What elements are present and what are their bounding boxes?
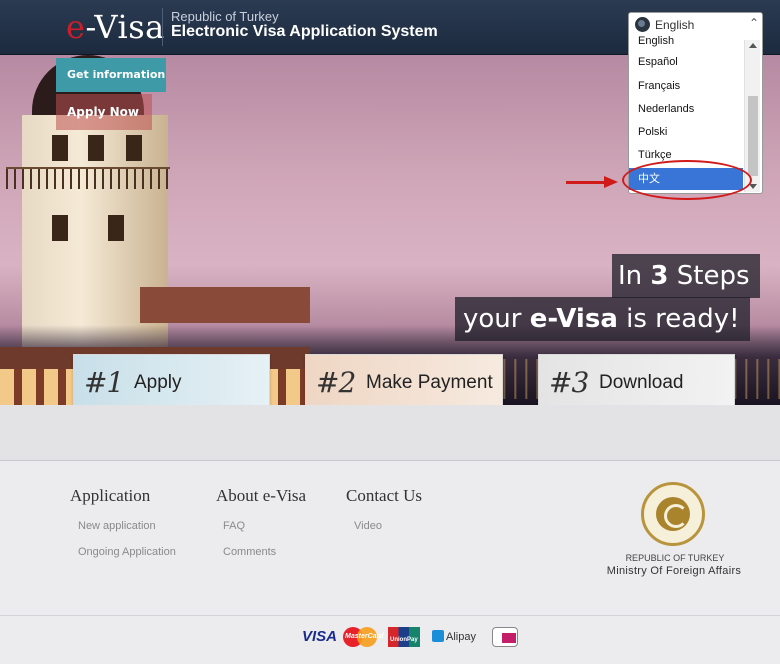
- payment-methods-bar: VISA MasterCard UnionPay Alipay: [0, 615, 780, 664]
- unionpay-logo: UnionPay: [388, 627, 420, 647]
- logo-divider: [162, 8, 163, 46]
- scroll-down-icon[interactable]: [749, 184, 757, 189]
- unionpay-text: UnionPay: [390, 637, 418, 643]
- step-card-download[interactable]: #3 Download: [538, 354, 735, 412]
- footer-link-faq[interactable]: FAQ: [223, 520, 245, 532]
- headline-your: your: [463, 304, 530, 334]
- headline-3: 3: [650, 261, 669, 291]
- step-number: #1: [84, 366, 124, 399]
- headline-evisa: e-Visa: [529, 304, 618, 334]
- headline-steps: Steps: [668, 261, 750, 291]
- step-label: Make Payment: [366, 372, 493, 393]
- alipay-icon: [432, 630, 444, 642]
- ideal-icon: [502, 633, 516, 643]
- republic-label: Republic of Turkey: [171, 9, 279, 24]
- tower-window: [52, 135, 68, 161]
- annotation-ellipse: [622, 160, 752, 200]
- step-card-apply[interactable]: #1 Apply: [73, 354, 270, 412]
- language-option-polski[interactable]: Polski: [629, 121, 743, 143]
- footer-link-ongoing-application[interactable]: Ongoing Application: [78, 546, 176, 558]
- logo-e: e: [66, 8, 86, 46]
- arrow-right-icon: [604, 176, 618, 188]
- step-label: Apply: [134, 372, 182, 393]
- footer-title-application: Application: [70, 486, 151, 505]
- tower-window: [52, 215, 68, 241]
- language-option-espanol[interactable]: Español: [629, 51, 743, 73]
- apply-now-button[interactable]: Apply Now: [56, 94, 152, 130]
- evisa-logo[interactable]: e-Visa: [66, 8, 165, 46]
- logo-visa: -Visa: [85, 8, 165, 46]
- alipay-logo: Alipay: [432, 627, 480, 647]
- scroll-up-icon[interactable]: [749, 43, 757, 48]
- get-information-button[interactable]: Get information: [56, 58, 166, 92]
- headline-line2: your e-Visa is ready!: [455, 297, 750, 341]
- tower-balcony: [6, 167, 170, 189]
- annotation-arrow: [566, 181, 608, 184]
- headline-line1: In 3 Steps: [612, 254, 760, 298]
- footer-title-contact: Contact Us: [346, 486, 423, 505]
- chevron-up-icon[interactable]: ⌃: [749, 16, 759, 30]
- step-number: #2: [316, 366, 356, 399]
- visa-logo: VISA: [302, 628, 338, 645]
- step-label: Download: [599, 372, 684, 393]
- footer-title-about: About e-Visa: [216, 486, 307, 505]
- ideal-logo: [492, 627, 518, 647]
- ministry-name: Ministry Of Foreign Affairs: [606, 565, 742, 577]
- tower-window: [126, 135, 142, 161]
- step-card-payment[interactable]: #2 Make Payment: [305, 354, 503, 412]
- headline-in: In: [618, 261, 651, 291]
- footer-link-new-application[interactable]: New application: [78, 520, 156, 532]
- mastercard-text: MasterCard: [345, 633, 384, 640]
- language-option-english[interactable]: English: [629, 30, 743, 52]
- crescent-star-icon: [656, 497, 690, 531]
- tower-window: [88, 135, 104, 161]
- language-option-francais[interactable]: Français: [629, 75, 743, 97]
- alipay-text: Alipay: [446, 631, 476, 643]
- mastercard-logo: MasterCard: [343, 627, 384, 647]
- language-option-nederlands[interactable]: Nederlands: [629, 98, 743, 120]
- footer-link-video[interactable]: Video: [354, 520, 382, 532]
- republic-caps: REPUBLIC OF TURKEY: [625, 553, 725, 563]
- tower-window: [108, 215, 124, 241]
- separator-band: [0, 405, 780, 461]
- ministry-seal-icon: [641, 482, 705, 546]
- system-title: Electronic Visa Application System: [171, 23, 438, 40]
- footer: Application New application Ongoing Appl…: [0, 461, 780, 615]
- footer-link-comments[interactable]: Comments: [223, 546, 276, 558]
- language-scrollbar[interactable]: [744, 40, 760, 192]
- step-number: #3: [549, 366, 589, 399]
- headline-ready: is ready!: [617, 304, 740, 334]
- scroll-thumb[interactable]: [748, 96, 758, 176]
- roof: [140, 287, 310, 323]
